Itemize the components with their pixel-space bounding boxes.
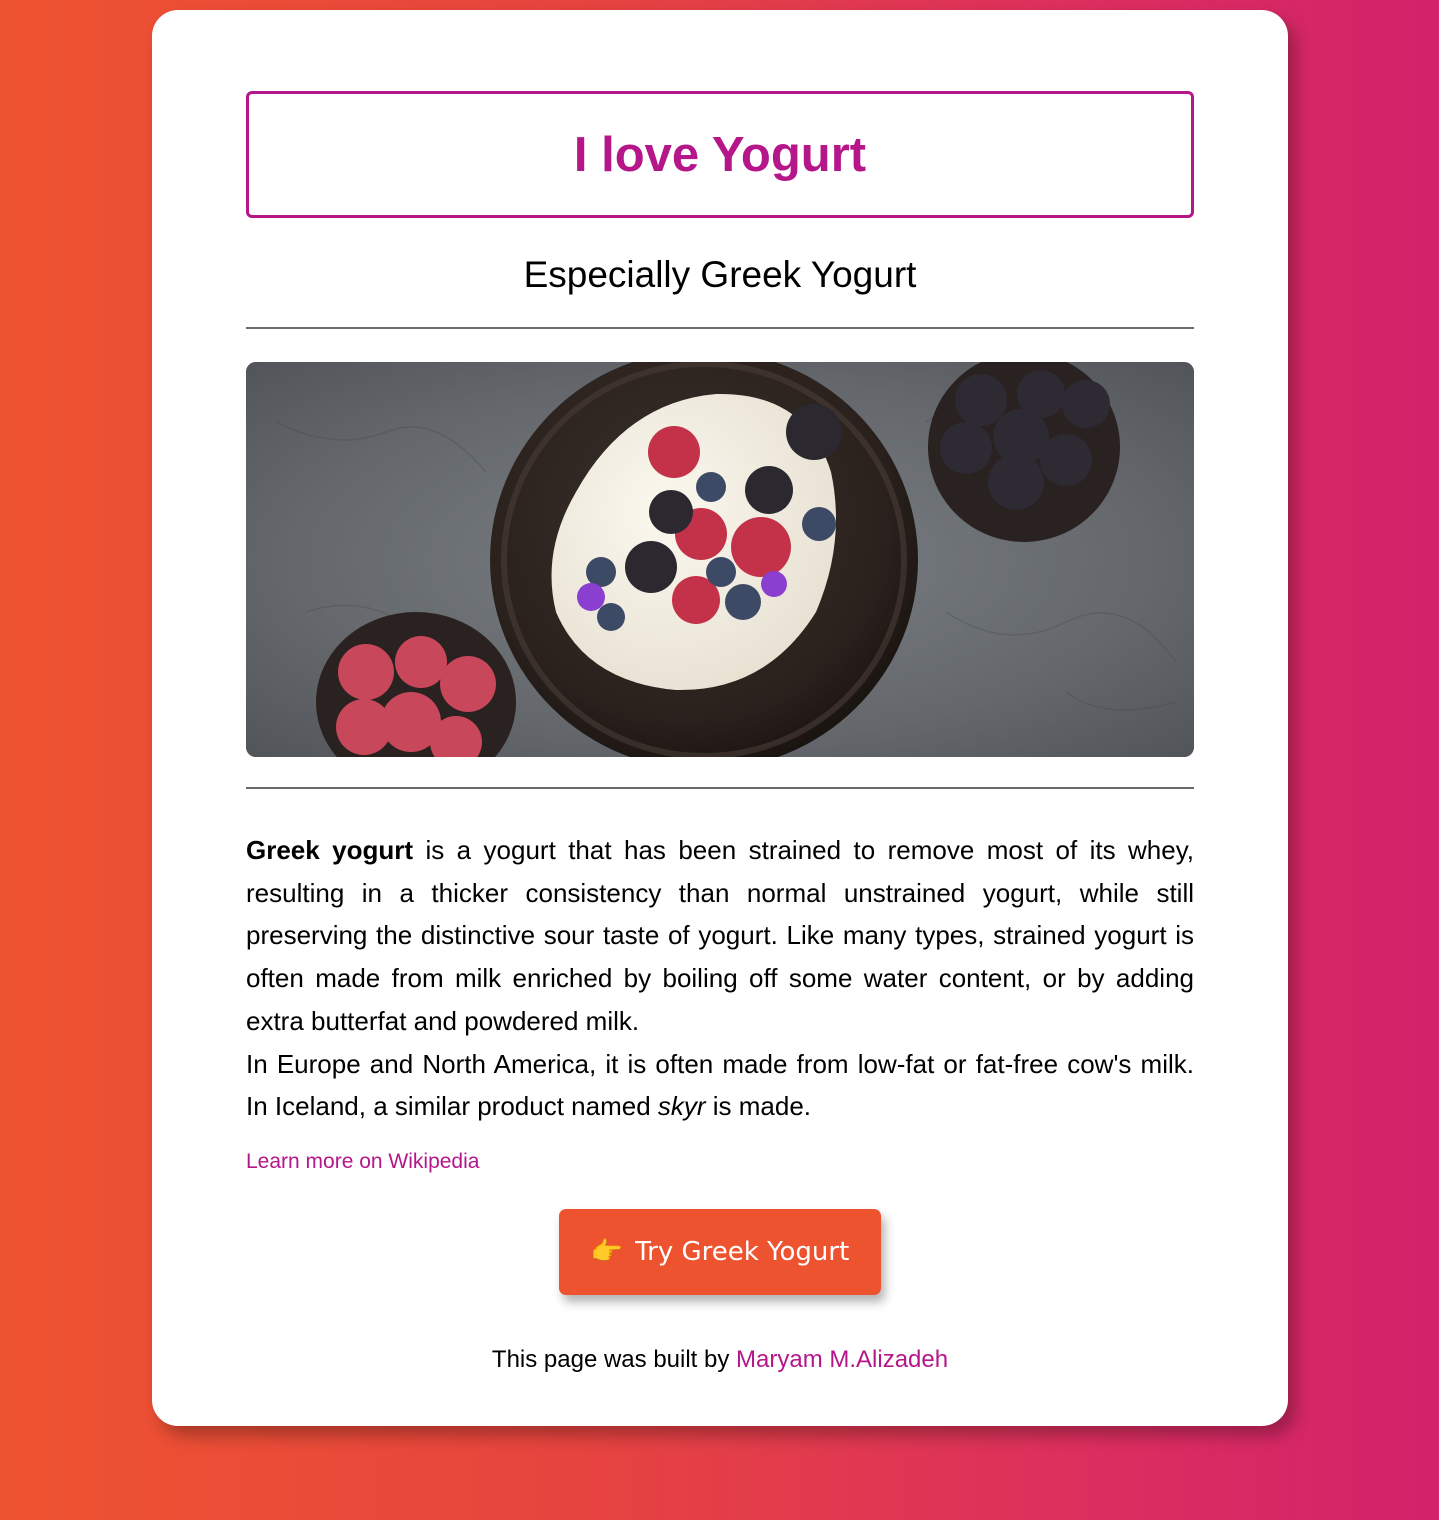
page-title: I love Yogurt [573, 127, 867, 182]
divider-top [246, 327, 1194, 329]
pointing-hand-icon: 👉 [590, 1237, 624, 1267]
hero-image [246, 362, 1194, 757]
try-greek-yogurt-button[interactable]: 👉 Try Greek Yogurt [559, 1209, 881, 1295]
card: I love Yogurt Especially Greek Yogurt Gr… [152, 10, 1288, 1426]
divider-bottom [246, 787, 1194, 789]
description-bold-term: Greek yogurt [246, 835, 414, 865]
title-box: I love Yogurt [246, 91, 1194, 218]
description: Greek yogurt is a yogurt that has been s… [246, 829, 1194, 1128]
try-greek-yogurt-label: Try Greek Yogurt [635, 1237, 850, 1267]
description-part1: is a yogurt that has been strained to re… [246, 835, 1194, 1036]
description-part3: is made. [705, 1091, 812, 1122]
description-italic-term: skyr [657, 1091, 706, 1122]
page-subtitle: Especially Greek Yogurt [523, 254, 917, 295]
footer: This page was built by Maryam M.Alizadeh [246, 1346, 1194, 1374]
wikipedia-link[interactable]: Learn more on Wikipedia [246, 1150, 1194, 1174]
author-link[interactable]: Maryam M.Alizadeh [736, 1346, 948, 1373]
footer-text: This page was built by [491, 1346, 737, 1373]
